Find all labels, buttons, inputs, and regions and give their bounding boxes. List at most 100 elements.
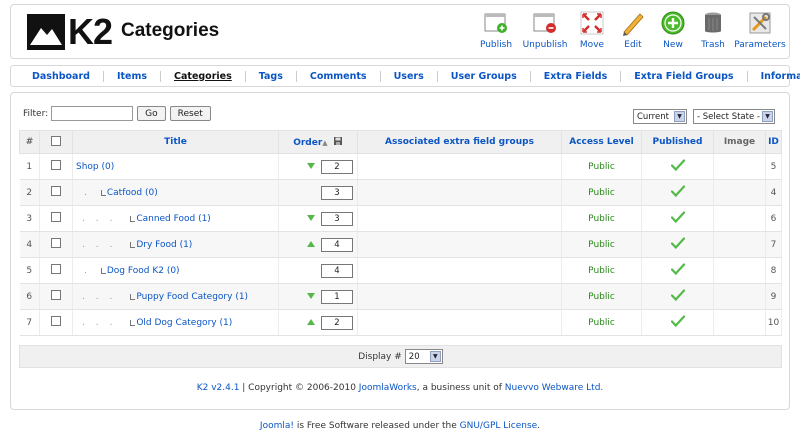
published-check-icon[interactable]: [670, 159, 685, 174]
row-extra-groups: [357, 231, 562, 258]
published-check-icon[interactable]: [670, 211, 685, 226]
order-input[interactable]: 1: [321, 290, 353, 304]
row-checkbox[interactable]: [51, 264, 61, 274]
col-id[interactable]: ID: [765, 130, 782, 154]
move-button[interactable]: Move: [571, 10, 613, 50]
state-select[interactable]: - Select State - ▼: [693, 109, 775, 124]
published-check-icon[interactable]: [670, 263, 685, 278]
category-title-link[interactable]: Dog Food K2 (0): [107, 266, 180, 276]
order-up-icon[interactable]: [307, 241, 315, 247]
order-down-icon[interactable]: [307, 293, 315, 299]
publish-button[interactable]: Publish: [473, 10, 519, 50]
col-published[interactable]: Published: [641, 130, 714, 154]
joomla-link[interactable]: Joomla!: [260, 421, 294, 431]
parameters-button[interactable]: Parameters: [733, 10, 787, 50]
submenu-user-groups[interactable]: User Groups: [438, 70, 531, 82]
published-cell: [641, 231, 714, 258]
submenu-information[interactable]: Information: [748, 71, 800, 82]
row-id: 6: [765, 205, 782, 232]
check-all-checkbox[interactable]: [51, 135, 61, 146]
row-number: 2: [19, 179, 40, 206]
row-order-cell: 3: [278, 179, 358, 206]
reset-button[interactable]: Reset: [169, 106, 211, 121]
k2-version-link[interactable]: K2 v2.4.1: [197, 383, 240, 393]
order-input[interactable]: 4: [321, 238, 353, 252]
submenu-users[interactable]: Users: [381, 70, 438, 82]
row-number: 4: [19, 231, 40, 258]
col-access[interactable]: Access Level: [561, 130, 642, 154]
joomlaworks-link[interactable]: JoomlaWorks: [359, 383, 417, 393]
order-down-icon[interactable]: [307, 163, 315, 169]
gpl-license-link[interactable]: GNU/GPL License: [460, 421, 538, 431]
submenu-extra-fields[interactable]: Extra Fields: [531, 70, 622, 82]
category-title-link[interactable]: Old Dog Category (1): [136, 318, 232, 328]
published-check-icon[interactable]: [670, 289, 685, 304]
row-checkbox[interactable]: [51, 316, 61, 326]
edit-icon: [620, 10, 646, 36]
order-input[interactable]: 3: [321, 186, 353, 200]
order-input[interactable]: 2: [321, 316, 353, 330]
published-cell: [641, 309, 714, 336]
submenu-tags[interactable]: Tags: [246, 70, 297, 82]
row-title-cell: . . . Puppy Food Category (1): [72, 283, 279, 310]
category-title-link[interactable]: Canned Food (1): [136, 214, 211, 224]
header-panel: K2 Categories Publish Unpublish Move Edi: [10, 4, 790, 59]
logo-text: K2: [68, 11, 113, 52]
access-level[interactable]: Public: [561, 179, 642, 206]
trash-button[interactable]: Trash: [693, 10, 733, 50]
save-order-icon[interactable]: [333, 136, 343, 149]
order-input[interactable]: 4: [321, 264, 353, 278]
row-order-cell: 1: [278, 283, 358, 310]
submenu-extra-field-groups[interactable]: Extra Field Groups: [621, 70, 748, 82]
category-title-link[interactable]: Shop (0): [76, 162, 114, 172]
category-title-link[interactable]: Catfood (0): [107, 188, 158, 198]
row-checkbox[interactable]: [51, 160, 61, 170]
row-extra-groups: [357, 153, 562, 180]
edit-button[interactable]: Edit: [613, 10, 653, 50]
display-select[interactable]: 20 ▼: [404, 349, 443, 364]
submenu-items[interactable]: Items: [104, 70, 162, 82]
access-level[interactable]: Public: [561, 309, 642, 336]
submenu-comments[interactable]: Comments: [297, 70, 381, 82]
access-level[interactable]: Public: [561, 153, 642, 180]
row-title-cell: . Catfood (0): [72, 179, 279, 206]
display-select-value: 20: [408, 351, 420, 362]
go-button[interactable]: Go: [137, 106, 166, 121]
row-checkbox[interactable]: [51, 238, 61, 248]
indent-dots: . . .: [82, 317, 117, 328]
order-input[interactable]: 3: [321, 212, 353, 226]
access-level[interactable]: Public: [561, 205, 642, 232]
chevron-down-icon: ▼: [762, 111, 773, 122]
row-image: [713, 179, 766, 206]
row-checkbox[interactable]: [51, 290, 61, 300]
category-title-link[interactable]: Puppy Food Category (1): [136, 292, 248, 302]
unpublish-button[interactable]: Unpublish: [519, 10, 571, 50]
access-level[interactable]: Public: [561, 231, 642, 258]
published-cell: [641, 179, 714, 206]
submenu-categories[interactable]: Categories: [161, 70, 246, 82]
order-down-icon[interactable]: [307, 215, 315, 221]
published-check-icon[interactable]: [670, 315, 685, 330]
row-image: [713, 309, 766, 336]
col-extra[interactable]: Associated extra field groups: [357, 130, 562, 154]
row-id: 8: [765, 257, 782, 284]
current-select[interactable]: Current ▼: [633, 109, 687, 124]
row-id: 7: [765, 231, 782, 258]
table-row: 6 . . . Puppy Food Category (1) 1 Public …: [19, 283, 782, 310]
access-level[interactable]: Public: [561, 257, 642, 284]
row-checkbox[interactable]: [51, 212, 61, 222]
nuevvo-link[interactable]: Nuevvo Webware Ltd.: [505, 383, 604, 393]
col-order[interactable]: Order▲: [278, 130, 358, 154]
submenu-dashboard[interactable]: Dashboard: [19, 70, 104, 82]
published-check-icon[interactable]: [670, 237, 685, 252]
access-level[interactable]: Public: [561, 283, 642, 310]
order-up-icon[interactable]: [307, 319, 315, 325]
col-title[interactable]: Title: [72, 130, 279, 154]
new-button[interactable]: New: [653, 10, 693, 50]
row-checkbox[interactable]: [51, 186, 61, 196]
category-title-link[interactable]: Dry Food (1): [136, 240, 192, 250]
filter-input[interactable]: [51, 106, 134, 121]
row-id: 4: [765, 179, 782, 206]
order-input[interactable]: 2: [321, 160, 353, 174]
published-check-icon[interactable]: [670, 185, 685, 200]
